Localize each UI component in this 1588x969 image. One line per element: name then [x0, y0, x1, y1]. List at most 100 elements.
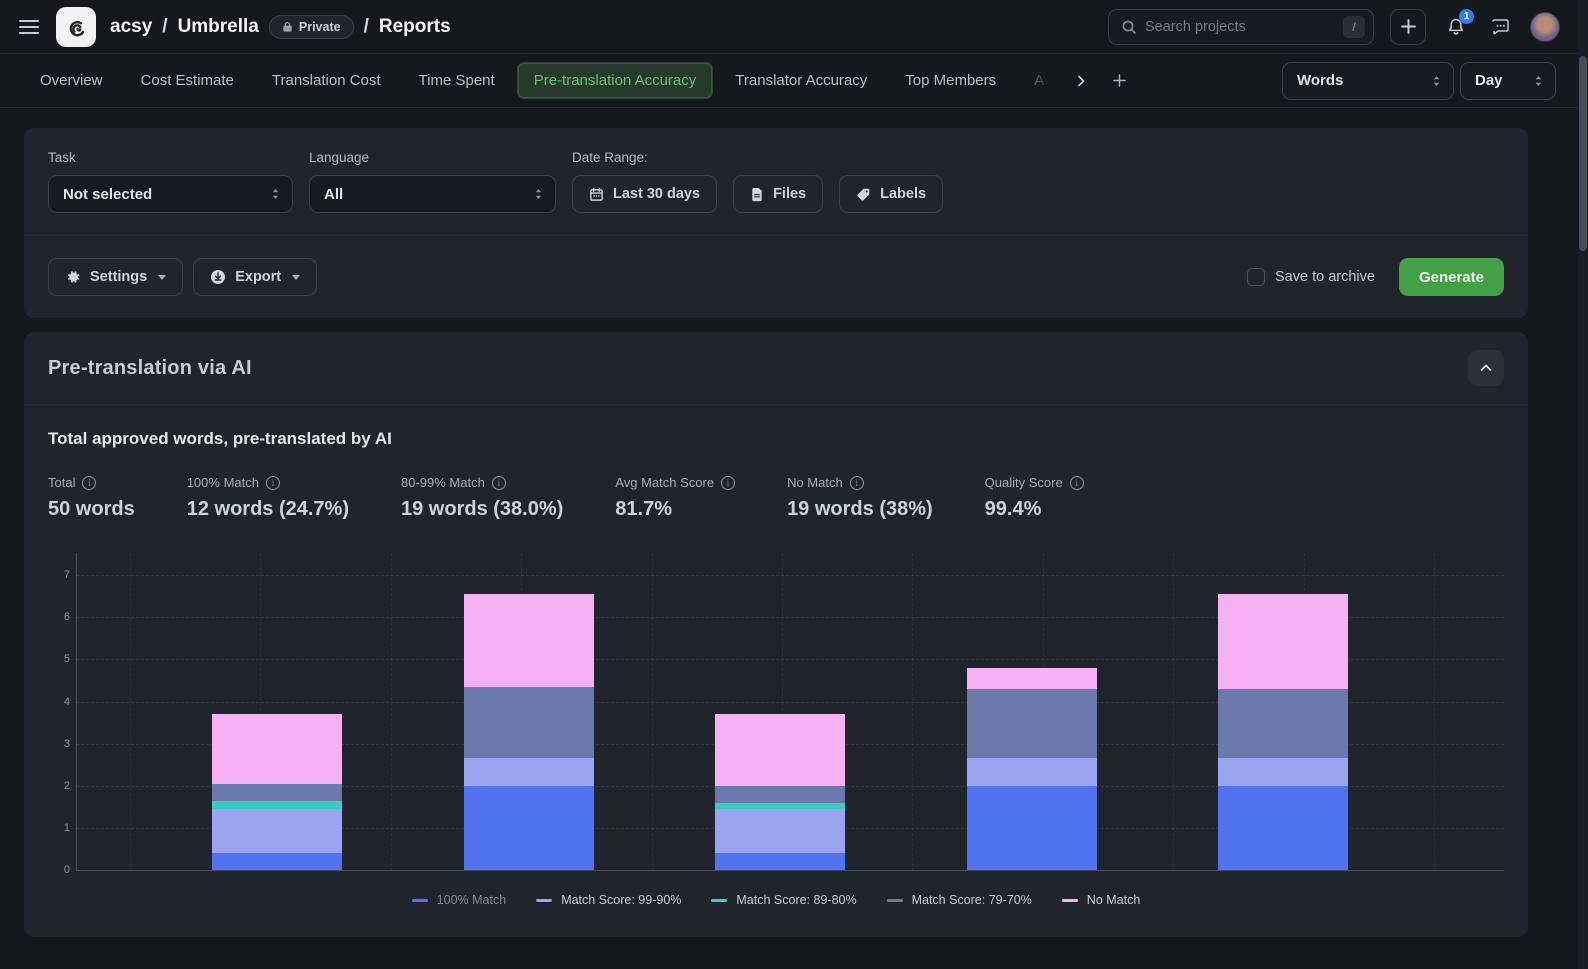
- legend-label: 100% Match: [437, 893, 506, 907]
- legend-marker: [536, 899, 552, 902]
- tab-translator-accuracy[interactable]: Translator Accuracy: [719, 63, 883, 98]
- bar-segment-match-score-89-80: [212, 801, 342, 809]
- sort-carets-icon: [271, 187, 280, 201]
- card-body: Total approved words, pre-translated by …: [24, 405, 1528, 937]
- legend-item-match-score-89-80[interactable]: Match Score: 89-80%: [711, 893, 856, 907]
- language-field: Language All: [309, 150, 556, 213]
- legend-item-match-score-99-90[interactable]: Match Score: 99-90%: [536, 893, 681, 907]
- chevron-down-icon: [158, 275, 166, 280]
- info-icon[interactable]: [721, 476, 735, 490]
- logo-swirl-icon: [63, 14, 89, 40]
- sort-carets-icon: [1432, 74, 1441, 88]
- date-range-button[interactable]: Last 30 days: [572, 175, 717, 213]
- bar-segment-100-match: [967, 786, 1097, 870]
- tag-icon: [856, 187, 871, 202]
- scrollbar-thumb[interactable]: [1579, 56, 1587, 251]
- info-icon[interactable]: [266, 476, 280, 490]
- stat-label: No Match: [787, 475, 843, 490]
- task-select[interactable]: Not selected: [48, 175, 293, 213]
- notifications-button[interactable]: 1: [1442, 13, 1470, 41]
- period-select[interactable]: Day: [1460, 62, 1556, 100]
- gridline-vertical: [130, 553, 131, 871]
- page-content: Task Not selected Language All Date Rang…: [24, 128, 1528, 937]
- info-icon[interactable]: [850, 476, 864, 490]
- tabs-scroll-right-button[interactable]: [1066, 66, 1096, 96]
- breadcrumb-page: Reports: [379, 16, 451, 38]
- add-project-button[interactable]: [1390, 9, 1426, 45]
- bar-segment-match-score-99-90: [464, 758, 594, 785]
- tab-cost-estimate[interactable]: Cost Estimate: [125, 63, 250, 98]
- bar-segment-match-score-79-70: [967, 689, 1097, 758]
- date-range-value: Last 30 days: [613, 186, 700, 202]
- hamburger-menu-icon[interactable]: [16, 14, 42, 40]
- breadcrumb-org[interactable]: acsy: [110, 16, 152, 38]
- legend-item-match-score-79-70[interactable]: Match Score: 79-70%: [887, 893, 1032, 907]
- save-to-archive-label[interactable]: Save to archive: [1275, 269, 1375, 285]
- tab-translation-cost[interactable]: Translation Cost: [256, 63, 397, 98]
- date-range-field: Date Range: Last 30 days Files Labels: [572, 150, 943, 213]
- stat-value: 19 words (38%): [787, 498, 933, 521]
- search-box[interactable]: /: [1108, 9, 1374, 45]
- stat-label: Avg Match Score: [615, 475, 714, 490]
- calendar-icon: [589, 187, 604, 202]
- stacked-bar-5[interactable]: [1218, 594, 1348, 870]
- report-tabs: OverviewCost EstimateTranslation CostTim…: [24, 62, 1060, 99]
- legend-marker: [412, 899, 428, 902]
- files-filter-button[interactable]: Files: [733, 175, 823, 213]
- collapse-card-button[interactable]: [1468, 350, 1504, 386]
- user-avatar[interactable]: [1530, 12, 1560, 42]
- y-axis-tick-label: 0: [48, 864, 70, 876]
- language-select-value: All: [324, 186, 343, 203]
- topbar-actions: / 1: [1108, 9, 1560, 45]
- export-button[interactable]: Export: [193, 258, 317, 296]
- stacked-bar-4[interactable]: [967, 668, 1097, 870]
- bar-segment-no-match: [212, 714, 342, 783]
- stacked-bar-2[interactable]: [464, 594, 594, 870]
- save-to-archive-checkbox[interactable]: [1247, 268, 1265, 286]
- tab-pre-translation-accuracy[interactable]: Pre-translation Accuracy: [517, 62, 714, 99]
- date-range-label: Date Range:: [572, 150, 943, 165]
- breadcrumb: acsy / Umbrella Private / Reports: [110, 15, 451, 39]
- unit-select[interactable]: Words: [1282, 62, 1454, 100]
- settings-button[interactable]: Settings: [48, 258, 183, 296]
- bar-segment-no-match: [967, 668, 1097, 689]
- y-axis-tick-label: 4: [48, 696, 70, 708]
- messages-button[interactable]: [1486, 13, 1514, 41]
- add-report-tab-button[interactable]: [1102, 64, 1136, 98]
- gridline-vertical: [652, 553, 653, 871]
- legend-item-100-match[interactable]: 100% Match: [412, 893, 506, 907]
- legend-marker: [711, 899, 727, 902]
- topbar: acsy / Umbrella Private / Reports / 1: [0, 0, 1588, 54]
- export-button-label: Export: [235, 269, 281, 285]
- labels-filter-button[interactable]: Labels: [839, 175, 943, 213]
- tab-time-spent[interactable]: Time Spent: [403, 63, 511, 98]
- legend-marker: [1062, 899, 1078, 902]
- unit-select-value: Words: [1297, 72, 1343, 89]
- stat-avg-match-score: Avg Match Score 81.7%: [615, 475, 735, 521]
- info-icon[interactable]: [1070, 476, 1084, 490]
- stat-value: 81.7%: [615, 498, 735, 521]
- gridline-vertical: [1434, 553, 1435, 871]
- tab-overview[interactable]: Overview: [24, 63, 119, 98]
- settings-button-label: Settings: [90, 269, 147, 285]
- bar-segment-match-score-89-80: [715, 803, 845, 809]
- legend-item-no-match[interactable]: No Match: [1062, 893, 1141, 907]
- notification-count-badge: 1: [1459, 9, 1474, 24]
- tab-top-members[interactable]: Top Members: [889, 63, 1012, 98]
- tab-a[interactable]: A: [1018, 63, 1060, 98]
- stats-row: Total50 words100% Match12 words (24.7%)8…: [48, 475, 1504, 521]
- filter-panel-divider: [24, 235, 1528, 236]
- stacked-bar-1[interactable]: [212, 714, 342, 870]
- breadcrumb-project[interactable]: Umbrella: [178, 16, 259, 38]
- search-input[interactable]: [1145, 19, 1335, 35]
- report-tabs-bar: OverviewCost EstimateTranslation CostTim…: [0, 54, 1588, 108]
- info-icon[interactable]: [492, 476, 506, 490]
- info-icon[interactable]: [82, 476, 96, 490]
- gear-icon: [65, 269, 81, 285]
- bar-segment-100-match: [212, 853, 342, 870]
- legend-label: Match Score: 79-70%: [912, 893, 1032, 907]
- generate-button[interactable]: Generate: [1399, 258, 1504, 296]
- language-select[interactable]: All: [309, 175, 556, 213]
- stacked-bar-3[interactable]: [715, 714, 845, 870]
- app-logo[interactable]: [56, 7, 96, 47]
